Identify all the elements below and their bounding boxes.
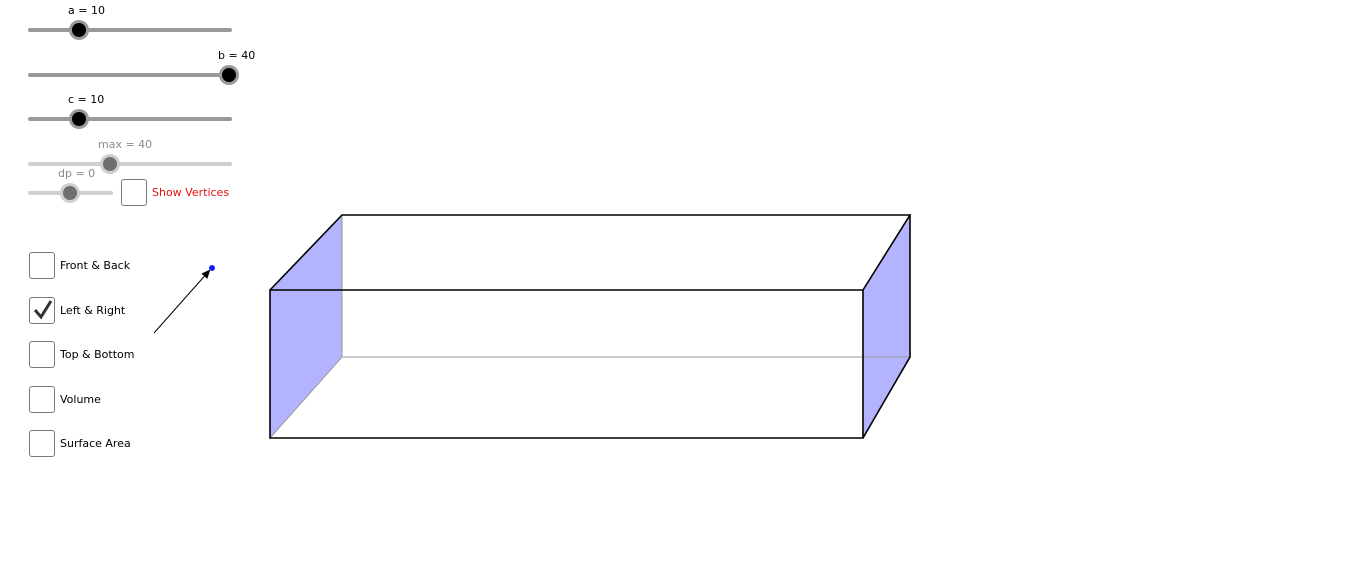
slider-a-track[interactable]	[28, 28, 232, 32]
rotation-point[interactable]	[209, 265, 215, 271]
front-back-label: Front & Back	[60, 259, 131, 272]
show-vertices-box[interactable]	[121, 179, 147, 206]
slider-b[interactable]: b = 40	[28, 49, 268, 83]
slider-b-label: b = 40	[218, 49, 256, 62]
slider-c-knob[interactable]	[72, 112, 86, 126]
front-back-box[interactable]	[29, 252, 55, 279]
left-right-label: Left & Right	[60, 304, 126, 317]
surface-area-box[interactable]	[29, 430, 55, 457]
top-edges	[269, 214, 912, 291]
graphics-view[interactable]	[0, 0, 1366, 566]
slider-b-knob[interactable]	[222, 68, 236, 82]
rectangular-prism	[269, 214, 912, 439]
front-back-checkbox[interactable]: Front & Back	[29, 252, 130, 279]
check-icon	[33, 300, 53, 320]
slider-c[interactable]: c = 10	[28, 93, 268, 127]
slider-b-track[interactable]	[28, 73, 232, 77]
slider-a-label: a = 10	[68, 4, 105, 17]
slider-c-label: c = 10	[68, 93, 105, 106]
rotation-arrow	[153, 269, 211, 334]
hidden-edge-diagonal	[269, 356, 343, 439]
slider-max-track[interactable]	[28, 162, 232, 166]
slider-dp-knob[interactable]	[63, 186, 77, 200]
front-face-outline	[269, 289, 864, 439]
left-right-checkbox[interactable]: Left & Right	[29, 297, 125, 324]
volume-label: Volume	[60, 393, 101, 406]
surface-area-label: Surface Area	[60, 437, 131, 450]
surface-area-checkbox[interactable]: Surface Area	[29, 430, 131, 457]
show-vertices-checkbox[interactable]: Show Vertices	[121, 179, 229, 206]
left-face	[270, 215, 342, 438]
show-vertices-label: Show Vertices	[152, 186, 230, 199]
top-bottom-label: Top & Bottom	[60, 348, 135, 361]
top-bottom-checkbox[interactable]: Top & Bottom	[29, 341, 134, 368]
volume-checkbox[interactable]: Volume	[29, 386, 101, 413]
slider-a-knob[interactable]	[72, 23, 86, 37]
slider-max-label: max = 40	[98, 138, 153, 151]
right-edges	[862, 215, 911, 439]
volume-box[interactable]	[29, 386, 55, 413]
right-face	[863, 215, 910, 438]
slider-dp-label: dp = 0	[58, 167, 96, 180]
slider-a[interactable]: a = 10	[28, 4, 268, 38]
top-bottom-box[interactable]	[29, 341, 55, 368]
slider-c-track[interactable]	[28, 117, 232, 121]
slider-dp[interactable]: dp = 0	[28, 167, 118, 201]
left-right-box[interactable]	[29, 297, 55, 324]
